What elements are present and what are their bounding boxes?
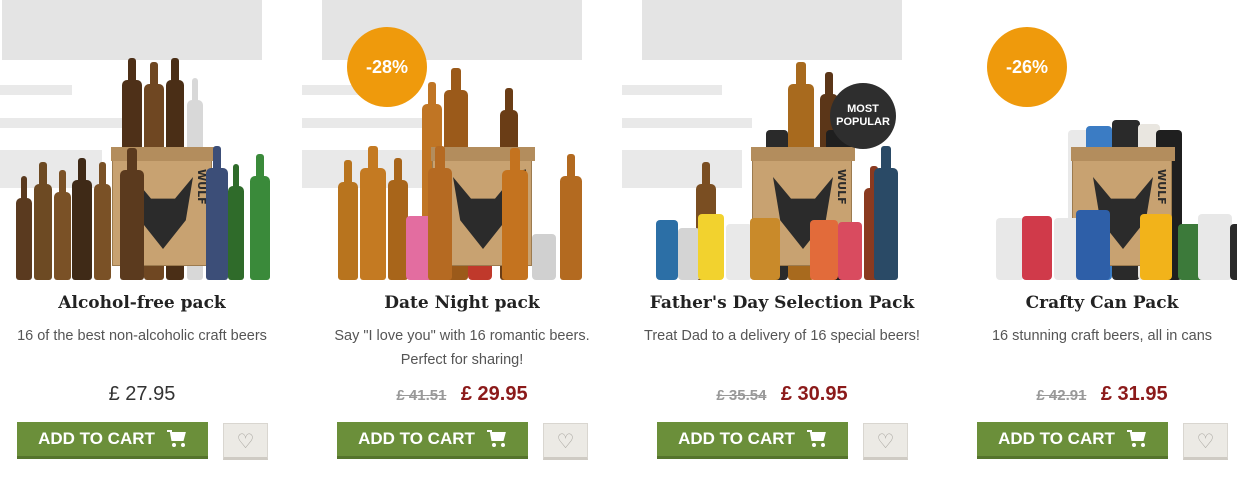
product-description: 16 of the best non-alcoholic craft beers bbox=[17, 328, 267, 344]
product-description: Treat Dad to a delivery of 16 special be… bbox=[644, 328, 920, 344]
product-title[interactable]: Alcohol-free pack bbox=[0, 293, 302, 313]
cart-icon bbox=[166, 430, 187, 448]
price-row: £ 27.95 bbox=[0, 383, 302, 406]
add-to-cart-label: ADD TO CART bbox=[358, 429, 475, 448]
cart-icon bbox=[1126, 430, 1147, 448]
discount-badge: -28% bbox=[347, 27, 427, 107]
add-to-cart-button[interactable]: ADD TO CART bbox=[977, 422, 1168, 459]
heart-icon: ♡ bbox=[236, 428, 255, 453]
old-price: £ 35.54 bbox=[716, 387, 767, 404]
price-row: £ 42.91 £ 31.95 bbox=[942, 383, 1237, 406]
most-popular-badge: MOST POPULAR bbox=[830, 83, 896, 149]
add-to-cart-button[interactable]: ADD TO CART bbox=[657, 422, 848, 459]
old-price: £ 41.51 bbox=[396, 387, 447, 404]
product-card: WULF Alcohol-free pack 16 of the best no… bbox=[0, 0, 302, 483]
product-description: Say "I love you" with 16 romantic beers.… bbox=[334, 328, 590, 368]
discount-badge: -26% bbox=[987, 27, 1067, 107]
add-to-cart-button[interactable]: ADD TO CART bbox=[337, 422, 528, 459]
sale-price: £ 29.95 bbox=[460, 383, 528, 405]
product-image[interactable]: WULF bbox=[2, 40, 292, 280]
product-card: -28% WULF Date Night pack Say "I love yo… bbox=[302, 0, 622, 483]
product-description: 16 stunning craft beers, all in cans bbox=[991, 328, 1213, 344]
cart-icon bbox=[806, 430, 827, 448]
product-grid: WULF Alcohol-free pack 16 of the best no… bbox=[0, 0, 1237, 483]
add-to-cart-label: ADD TO CART bbox=[38, 429, 155, 448]
heart-icon: ♡ bbox=[556, 428, 575, 453]
price-row: £ 41.51 £ 29.95 bbox=[302, 383, 622, 406]
cart-icon bbox=[486, 430, 507, 448]
product-card: MOST POPULAR WULF Father's Day Selection… bbox=[622, 0, 942, 483]
product-card: -26% WULF Crafty Can Pack 16 stunning cr… bbox=[942, 0, 1237, 483]
wishlist-button[interactable]: ♡ bbox=[223, 423, 268, 460]
old-price: £ 42.91 bbox=[1036, 387, 1087, 404]
sale-price: £ 30.95 bbox=[780, 383, 848, 405]
wishlist-button[interactable]: ♡ bbox=[1183, 423, 1228, 460]
product-title[interactable]: Date Night pack bbox=[302, 293, 622, 313]
product-image[interactable]: WULF bbox=[642, 40, 932, 280]
product-title[interactable]: Father's Day Selection Pack bbox=[622, 293, 942, 313]
wishlist-button[interactable]: ♡ bbox=[863, 423, 908, 460]
sale-price: £ 31.95 bbox=[1100, 383, 1168, 405]
heart-icon: ♡ bbox=[1196, 428, 1215, 453]
add-to-cart-label: ADD TO CART bbox=[678, 429, 795, 448]
product-title[interactable]: Crafty Can Pack bbox=[942, 293, 1237, 313]
add-to-cart-label: ADD TO CART bbox=[998, 429, 1115, 448]
heart-icon: ♡ bbox=[876, 428, 895, 453]
price: £ 27.95 bbox=[108, 383, 176, 405]
price-row: £ 35.54 £ 30.95 bbox=[622, 383, 942, 406]
add-to-cart-button[interactable]: ADD TO CART bbox=[17, 422, 208, 459]
wishlist-button[interactable]: ♡ bbox=[543, 423, 588, 460]
